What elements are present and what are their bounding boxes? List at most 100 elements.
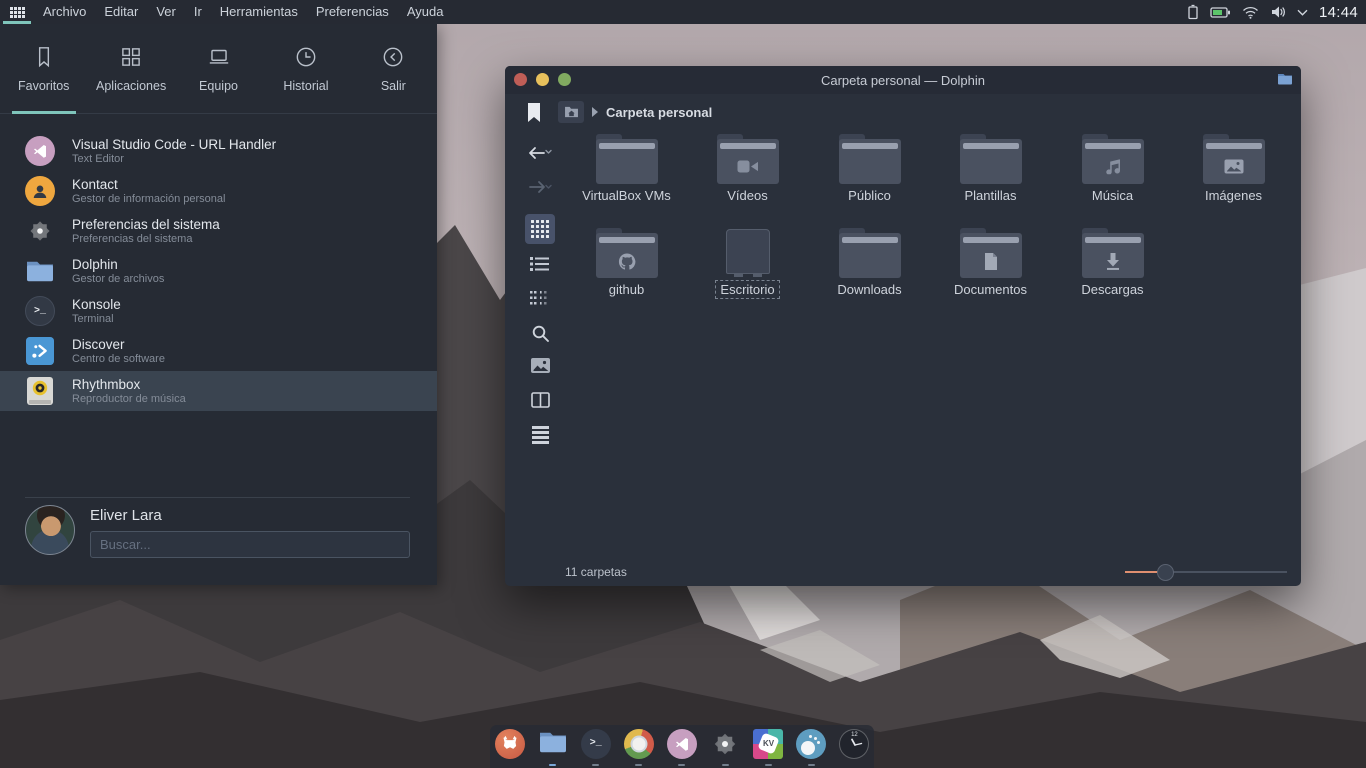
menu-archivo[interactable]: Archivo: [34, 0, 95, 24]
minimize-button[interactable]: [536, 73, 549, 86]
active-indicator: [3, 21, 31, 24]
slider-handle[interactable]: [1157, 564, 1174, 581]
settings-star-icon: [25, 216, 55, 246]
folder-image-icon: [1203, 134, 1265, 184]
menu-ver[interactable]: Ver: [147, 0, 185, 24]
close-button[interactable]: [514, 73, 527, 86]
folder-name: Escritorio: [717, 282, 777, 297]
menu-button[interactable]: [519, 426, 561, 444]
app-description: Gestor de archivos: [72, 273, 164, 286]
forward-button[interactable]: [519, 178, 561, 196]
zoom-slider[interactable]: [1125, 563, 1287, 581]
folder-icon: [960, 134, 1022, 184]
tab-equipo[interactable]: Equipo: [175, 24, 262, 113]
clock[interactable]: 14:44: [1319, 4, 1358, 21]
dock-item-blue-app[interactable]: [796, 729, 827, 765]
folder-name: Downloads: [834, 282, 904, 297]
app-description: Reproductor de música: [72, 393, 186, 406]
list-view-button[interactable]: [519, 256, 561, 272]
window-title: Carpeta personal — Dolphin: [821, 73, 985, 88]
dolphin-window: Carpeta personal — Dolphin Carpeta perso…: [505, 66, 1301, 586]
folder-item[interactable]: github: [566, 228, 687, 320]
split-view-button[interactable]: [519, 392, 561, 408]
app-item-konsole[interactable]: >_ Konsole Terminal: [0, 291, 437, 331]
search-button[interactable]: [519, 324, 561, 343]
logout-icon: [380, 44, 406, 70]
folder-item[interactable]: Imágenes: [1173, 134, 1294, 226]
folder-download-icon: [1082, 228, 1144, 278]
dock-item-terminal[interactable]: >_: [580, 729, 611, 765]
tab-aplicaciones[interactable]: Aplicaciones: [87, 24, 174, 113]
menu-editar[interactable]: Editar: [95, 0, 147, 24]
maximize-button[interactable]: [558, 73, 571, 86]
preview-button[interactable]: [519, 358, 561, 373]
app-name: Konsole: [72, 297, 121, 313]
history-clock-icon: [293, 44, 319, 70]
status-bar: 11 carpetas: [505, 558, 1301, 586]
app-item-discover[interactable]: Discover Centro de software: [0, 331, 437, 371]
chevron-down-icon[interactable]: [1297, 9, 1308, 16]
dock-item-clock[interactable]: 12: [839, 729, 870, 765]
menu-ir[interactable]: Ir: [185, 0, 211, 24]
dock-item-firefox[interactable]: [494, 729, 525, 765]
folder-item[interactable]: Público: [809, 134, 930, 226]
speaker-icon: [27, 377, 53, 405]
folder-item[interactable]: Vídeos: [687, 134, 808, 226]
app-launcher-button[interactable]: [0, 0, 34, 24]
app-description: Gestor de información personal: [72, 193, 225, 206]
window-titlebar[interactable]: Carpeta personal — Dolphin: [505, 66, 1301, 94]
person-icon: [25, 176, 55, 206]
folder-icon: [839, 228, 901, 278]
folder-item[interactable]: VirtualBox VMs: [566, 134, 687, 226]
app-item-kontact[interactable]: Kontact Gestor de información personal: [0, 171, 437, 211]
folder-name: github: [606, 282, 647, 297]
app-item-rhythmbox[interactable]: Rhythmbox Reproductor de música: [0, 371, 437, 411]
dock-item-chrome[interactable]: [623, 729, 654, 765]
dock-item-vscode[interactable]: [666, 729, 697, 765]
search-input[interactable]: [90, 531, 410, 558]
folder-item-escritorio[interactable]: Escritorio: [687, 228, 808, 320]
folder-name: VirtualBox VMs: [579, 188, 674, 203]
global-menu-bar: Archivo Editar Ver Ir Herramientas Prefe…: [0, 0, 1366, 24]
vscode-icon: [667, 729, 697, 759]
terminal-icon: >_: [25, 296, 55, 326]
menu-preferencias[interactable]: Preferencias: [307, 0, 398, 24]
dock-item-system-settings[interactable]: [710, 729, 741, 765]
app-item-vscode[interactable]: Visual Studio Code - URL Handler Text Ed…: [0, 131, 437, 171]
folder-item[interactable]: Música: [1052, 134, 1173, 226]
folder-item[interactable]: Plantillas: [930, 134, 1051, 226]
folder-item[interactable]: Documentos: [930, 228, 1051, 320]
tab-label: Historial: [283, 79, 328, 93]
launcher-tabs: Favoritos Aplicaciones Equipo Historial …: [0, 24, 437, 114]
battery-icon[interactable]: [1210, 6, 1231, 19]
breadcrumb-chevron-icon: [591, 107, 598, 117]
app-item-dolphin[interactable]: Dolphin Gestor de archivos: [0, 251, 437, 291]
menu-herramientas[interactable]: Herramientas: [211, 0, 307, 24]
wifi-icon[interactable]: [1242, 6, 1259, 19]
folder-name: Plantillas: [961, 188, 1019, 203]
bookmark-icon[interactable]: [527, 103, 541, 122]
tab-label: Favoritos: [18, 79, 69, 93]
user-area: Eliver Lara: [25, 505, 410, 561]
folder-item[interactable]: Descargas: [1052, 228, 1173, 320]
tab-salir[interactable]: Salir: [350, 24, 437, 113]
menu-ayuda[interactable]: Ayuda: [398, 0, 453, 24]
dock-item-kvantum[interactable]: KV: [753, 729, 784, 765]
compact-view-button[interactable]: [519, 290, 561, 306]
back-button[interactable]: [519, 144, 561, 162]
app-item-preferencias[interactable]: Preferencias del sistema Preferencias de…: [0, 211, 437, 251]
grid-view-button[interactable]: [525, 214, 555, 244]
tab-favoritos[interactable]: Favoritos: [0, 24, 87, 113]
dock-item-file-manager[interactable]: [537, 729, 568, 765]
folder-item[interactable]: Downloads: [809, 228, 930, 320]
volume-icon[interactable]: [1270, 5, 1286, 19]
user-avatar[interactable]: [25, 505, 75, 555]
app-name: Discover: [72, 337, 165, 353]
home-folder-button[interactable]: [558, 101, 584, 123]
folder-github-icon: [596, 228, 658, 278]
folder-name: Documentos: [951, 282, 1030, 297]
tab-historial[interactable]: Historial: [262, 24, 349, 113]
tab-label: Aplicaciones: [96, 79, 166, 93]
battery-vertical-icon[interactable]: [1187, 4, 1199, 20]
breadcrumb-current[interactable]: Carpeta personal: [606, 105, 712, 120]
